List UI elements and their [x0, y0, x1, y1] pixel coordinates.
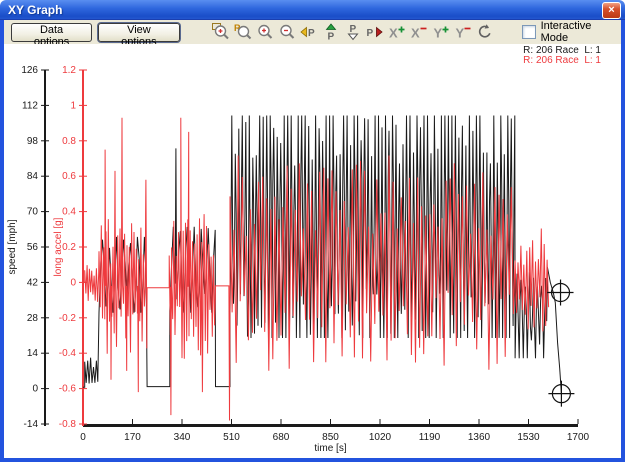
svg-text:Y: Y [433, 26, 442, 41]
xy-plot-canvas[interactable]: 0 170 340 510 680 850 1020 1190 1360 1530 1700time… [4, 44, 621, 454]
left-tick-label: 0 [32, 384, 38, 395]
left-tick-label: 112 [22, 100, 38, 111]
page-right-icon[interactable]: P [364, 22, 386, 42]
refresh-icon[interactable] [474, 22, 496, 42]
svg-text:P: P [327, 32, 334, 42]
plot-area: R: 206 Race L: 1 R: 206 Race L: 1 0 170 34… [4, 44, 621, 458]
zoom-window-icon[interactable] [210, 22, 232, 42]
x-axis-title: time [s] [314, 443, 346, 454]
legend-entry-accel: R: 206 Race L: 1 [523, 55, 601, 66]
right-tick-label: 1.2 [62, 65, 76, 76]
right-tick-label: 0 [70, 277, 76, 288]
titlebar[interactable]: XY Graph × [0, 0, 625, 20]
x-tick-label: 850 [322, 432, 339, 443]
window-title: XY Graph [8, 2, 63, 17]
right-tick-label: 0.4 [62, 207, 76, 218]
right-tick-label: 0.6 [62, 171, 76, 182]
left-tick-label: 70 [27, 207, 39, 218]
x-tick-label: 510 [223, 432, 240, 443]
plot-legend: R: 206 Race L: 1 R: 206 Race L: 1 [523, 46, 601, 66]
left-axis-title: speed [mph] [7, 219, 18, 274]
left-tick-label: 42 [27, 277, 39, 288]
x-tick-label: 1700 [567, 432, 590, 443]
svg-text:P: P [349, 24, 356, 35]
page-up-icon[interactable]: P [320, 22, 342, 42]
x-scale-minus-icon[interactable]: X [408, 22, 430, 42]
interactive-mode-control: Interactive Mode [521, 20, 621, 44]
left-tick-label: 28 [27, 313, 39, 324]
zoom-out-icon[interactable] [276, 22, 298, 42]
x-scale-plus-icon[interactable]: X [386, 22, 408, 42]
x-tick-label: 1530 [517, 432, 540, 443]
right-tick-label: -0.2 [59, 313, 77, 324]
right-tick-label: -0.8 [59, 419, 77, 430]
svg-text:X: X [389, 26, 398, 41]
svg-text:Y: Y [455, 26, 464, 41]
svg-text:P: P [308, 28, 315, 39]
left-tick-label: 84 [27, 171, 39, 182]
cursor-marker[interactable] [547, 279, 574, 306]
x-tick-label: 1360 [468, 432, 491, 443]
page-down-icon[interactable]: P [342, 22, 364, 42]
x-tick-label: 680 [273, 432, 290, 443]
interactive-mode-label: Interactive Mode [540, 20, 592, 44]
right-tick-label: -0.6 [59, 384, 77, 395]
right-axis-title: long accel [g] [53, 217, 64, 276]
left-tick-label: 14 [27, 348, 39, 359]
y-scale-plus-icon[interactable]: Y [430, 22, 452, 42]
toolbar-icons: R P P P P X X Y Y [210, 22, 496, 42]
x-tick-label: 1020 [369, 432, 392, 443]
right-axis: 1.2 1 0.8 0.6 0.4 0.2 0 -0.2 -0.4 -0.6 -0.8 long ac… [53, 65, 87, 430]
page-left-icon[interactable]: P [298, 22, 320, 42]
right-tick-label: 0.2 [62, 242, 76, 253]
xy-graph-window: XY Graph × Data options View options R P… [0, 0, 625, 462]
window-frame: Data options View options R P P P P X X … [0, 20, 625, 462]
toolbar: Data options View options R P P P P X X … [4, 20, 621, 48]
zoom-in-icon[interactable] [254, 22, 276, 42]
cursor-marker[interactable] [548, 380, 575, 407]
interactive-mode-checkbox[interactable] [521, 25, 536, 39]
svg-text:X: X [411, 26, 420, 41]
left-tick-label: 56 [27, 242, 39, 253]
right-tick-label: 0.8 [62, 136, 76, 147]
left-axis: 126 112 98 84 70 56 42 28 14 0 -14 speed [mph] [7, 65, 49, 430]
svg-text:P: P [366, 28, 373, 39]
zoom-reset-icon[interactable]: R [232, 22, 254, 42]
close-button[interactable]: × [602, 2, 621, 19]
x-tick-label: 170 [124, 432, 141, 443]
left-tick-label: 126 [21, 65, 38, 76]
data-options-button[interactable]: Data options [11, 22, 93, 48]
view-options-button[interactable]: View options [98, 22, 180, 48]
left-tick-label: 98 [27, 136, 39, 147]
right-tick-label: 1 [70, 100, 76, 111]
y-scale-minus-icon[interactable]: Y [452, 22, 474, 42]
x-tick-label: 340 [174, 432, 191, 443]
x-axis: 0 170 340 510 680 850 1020 1190 1360 1530 1700 time… [80, 419, 590, 454]
left-tick-label: -14 [24, 419, 39, 430]
right-tick-label: -0.4 [59, 348, 77, 359]
close-icon: × [608, 4, 615, 16]
x-tick-label: 0 [80, 432, 86, 443]
x-tick-label: 1190 [419, 432, 441, 443]
